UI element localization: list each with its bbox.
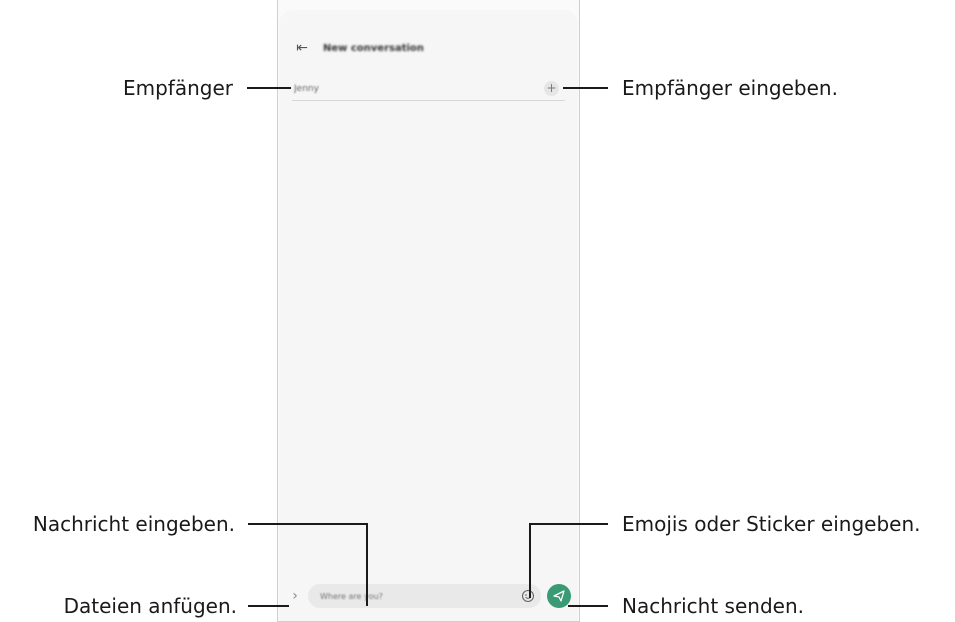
label-attach-files: Dateien anfügen.: [63, 594, 237, 618]
send-icon: [553, 590, 565, 602]
label-enter-recipient: Empfänger eingeben.: [622, 76, 838, 100]
phone-screen: ⇤ New conversation + ›: [279, 10, 578, 621]
chevron-right-icon[interactable]: ›: [286, 585, 304, 607]
send-button[interactable]: [547, 584, 571, 608]
app-header: ⇤ New conversation: [293, 36, 564, 60]
recipient-input[interactable]: [292, 84, 516, 94]
add-recipient-button[interactable]: +: [544, 81, 559, 96]
label-send-message: Nachricht senden.: [622, 594, 804, 618]
recipient-field-row: +: [292, 78, 565, 101]
message-composer: ›: [286, 583, 571, 609]
label-enter-message: Nachricht eingeben.: [32, 512, 235, 536]
label-enter-emoji: Emojis oder Sticker eingeben.: [622, 512, 921, 536]
back-arrow-icon[interactable]: ⇤: [293, 39, 311, 57]
smiley-icon[interactable]: [521, 589, 535, 603]
page-title: New conversation: [323, 42, 424, 54]
message-input[interactable]: [308, 590, 492, 602]
phone-mockup: ⇤ New conversation + ›: [277, 0, 580, 622]
label-recipient: Empfänger: [122, 76, 233, 100]
message-box: [308, 584, 541, 608]
